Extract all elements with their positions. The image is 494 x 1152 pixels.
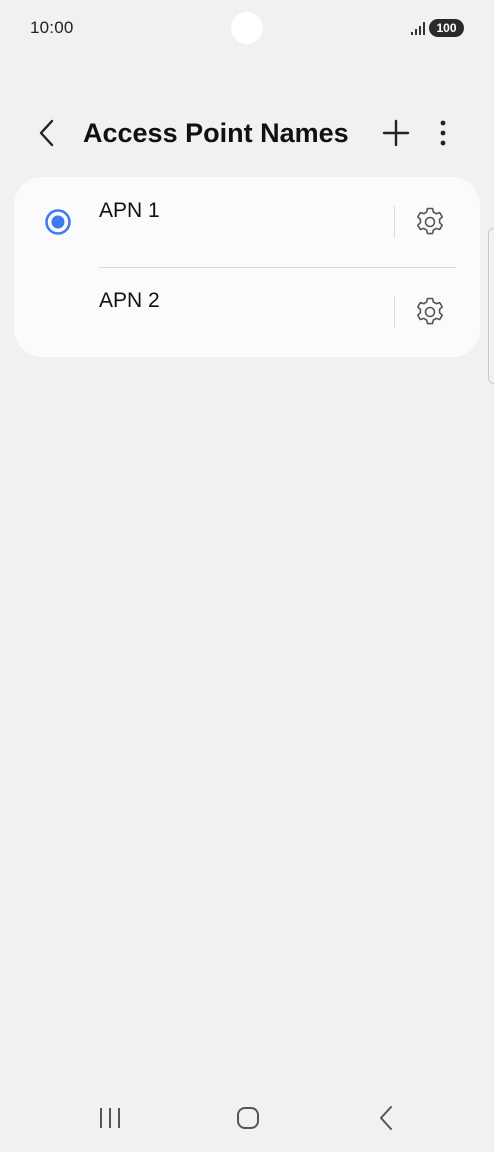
more-vertical-icon: [440, 120, 446, 146]
navigation-bar: [0, 1088, 494, 1152]
page-title: Access Point Names: [83, 118, 349, 148]
status-time: 10:00: [30, 18, 74, 37]
gear-icon: [417, 297, 443, 325]
battery-icon: 100: [429, 19, 464, 37]
vertical-divider: [394, 296, 395, 328]
apn-settings-button[interactable]: [410, 292, 450, 332]
back-icon: [380, 1106, 392, 1130]
nav-back-button[interactable]: [366, 1102, 406, 1134]
edge-panel-handle[interactable]: [488, 228, 494, 384]
more-options-button[interactable]: [428, 114, 458, 152]
apn-name: APN 2: [99, 289, 160, 312]
back-button[interactable]: [28, 114, 66, 152]
status-bar: 10:00 100: [0, 0, 494, 56]
apn-list-card: APN 1 APN 2: [14, 177, 480, 357]
back-arrow-icon: [39, 119, 54, 147]
radio-selected-icon[interactable]: [44, 208, 72, 236]
plus-icon: [382, 119, 410, 147]
add-apn-button[interactable]: [377, 114, 415, 152]
apn-list-item[interactable]: APN 1: [14, 177, 480, 267]
recents-icon: [100, 1108, 120, 1128]
signal-icon: [411, 22, 425, 35]
camera-cutout: [231, 12, 263, 44]
apn-name: APN 1: [99, 199, 160, 222]
apn-settings-button[interactable]: [410, 202, 450, 242]
gear-icon: [417, 207, 443, 235]
app-bar: Access Point Names: [0, 100, 494, 166]
recents-button[interactable]: [90, 1102, 130, 1134]
home-icon: [237, 1107, 259, 1129]
vertical-divider: [394, 206, 395, 238]
home-button[interactable]: [228, 1102, 268, 1134]
apn-list-item[interactable]: APN 2: [14, 267, 480, 357]
